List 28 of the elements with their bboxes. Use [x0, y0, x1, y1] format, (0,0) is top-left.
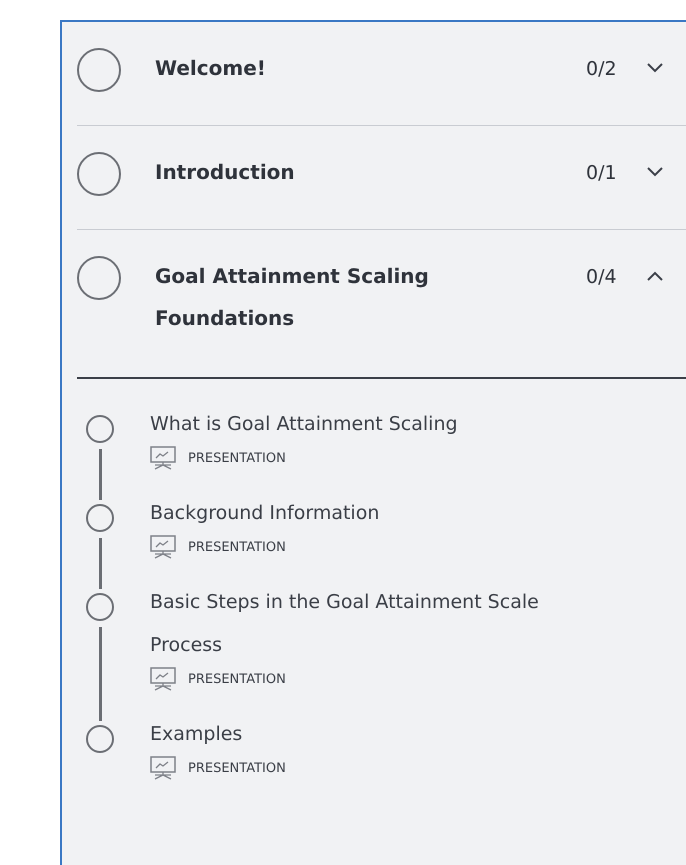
- lesson-type-label: PRESENTATION: [188, 760, 286, 776]
- lesson-item[interactable]: Examples PRESENTATION: [85, 725, 686, 814]
- progress-count: 0/2: [586, 57, 618, 82]
- lesson-type-label: PRESENTATION: [188, 450, 286, 466]
- chevron-down-icon: [646, 166, 664, 178]
- progress-count: 0/4: [586, 265, 618, 290]
- section-header[interactable]: Welcome! 0/2: [77, 22, 686, 126]
- section-header[interactable]: Introduction 0/1: [77, 126, 686, 230]
- section-title: Introduction: [155, 159, 296, 186]
- section-title: Goal Attainment Scaling Foundations: [155, 263, 430, 332]
- lesson-type-label: PRESENTATION: [188, 540, 286, 554]
- presentation-icon: [150, 756, 176, 780]
- lesson-title: Basic Steps in the Goal Attainment Scale Process: [150, 590, 540, 658]
- presentation-icon: [150, 535, 176, 559]
- lesson-type-label: PRESENTATION: [188, 672, 286, 686]
- progress-count: 0/1: [586, 161, 618, 186]
- presentation-icon: [150, 446, 176, 470]
- chevron-up-icon: [646, 270, 664, 282]
- lesson-item[interactable]: What is Goal Attainment Scaling PRESENTATION: [85, 415, 686, 504]
- lesson-item[interactable]: Basic Steps in the Goal Attainment Scale Process PRESENTATION: [85, 593, 686, 725]
- section-header[interactable]: Goal Attainment Scaling Foundations 0/4: [77, 230, 686, 379]
- lesson-item[interactable]: Background Information PRESENTATION: [85, 504, 686, 593]
- lesson-title: Examples: [150, 722, 244, 747]
- lesson-title: Background Information: [150, 501, 380, 526]
- section-title: Welcome!: [155, 55, 267, 82]
- chevron-down-icon: [646, 62, 664, 74]
- lesson-title: What is Goal Attainment Scaling: [150, 412, 459, 437]
- presentation-icon: [150, 667, 176, 691]
